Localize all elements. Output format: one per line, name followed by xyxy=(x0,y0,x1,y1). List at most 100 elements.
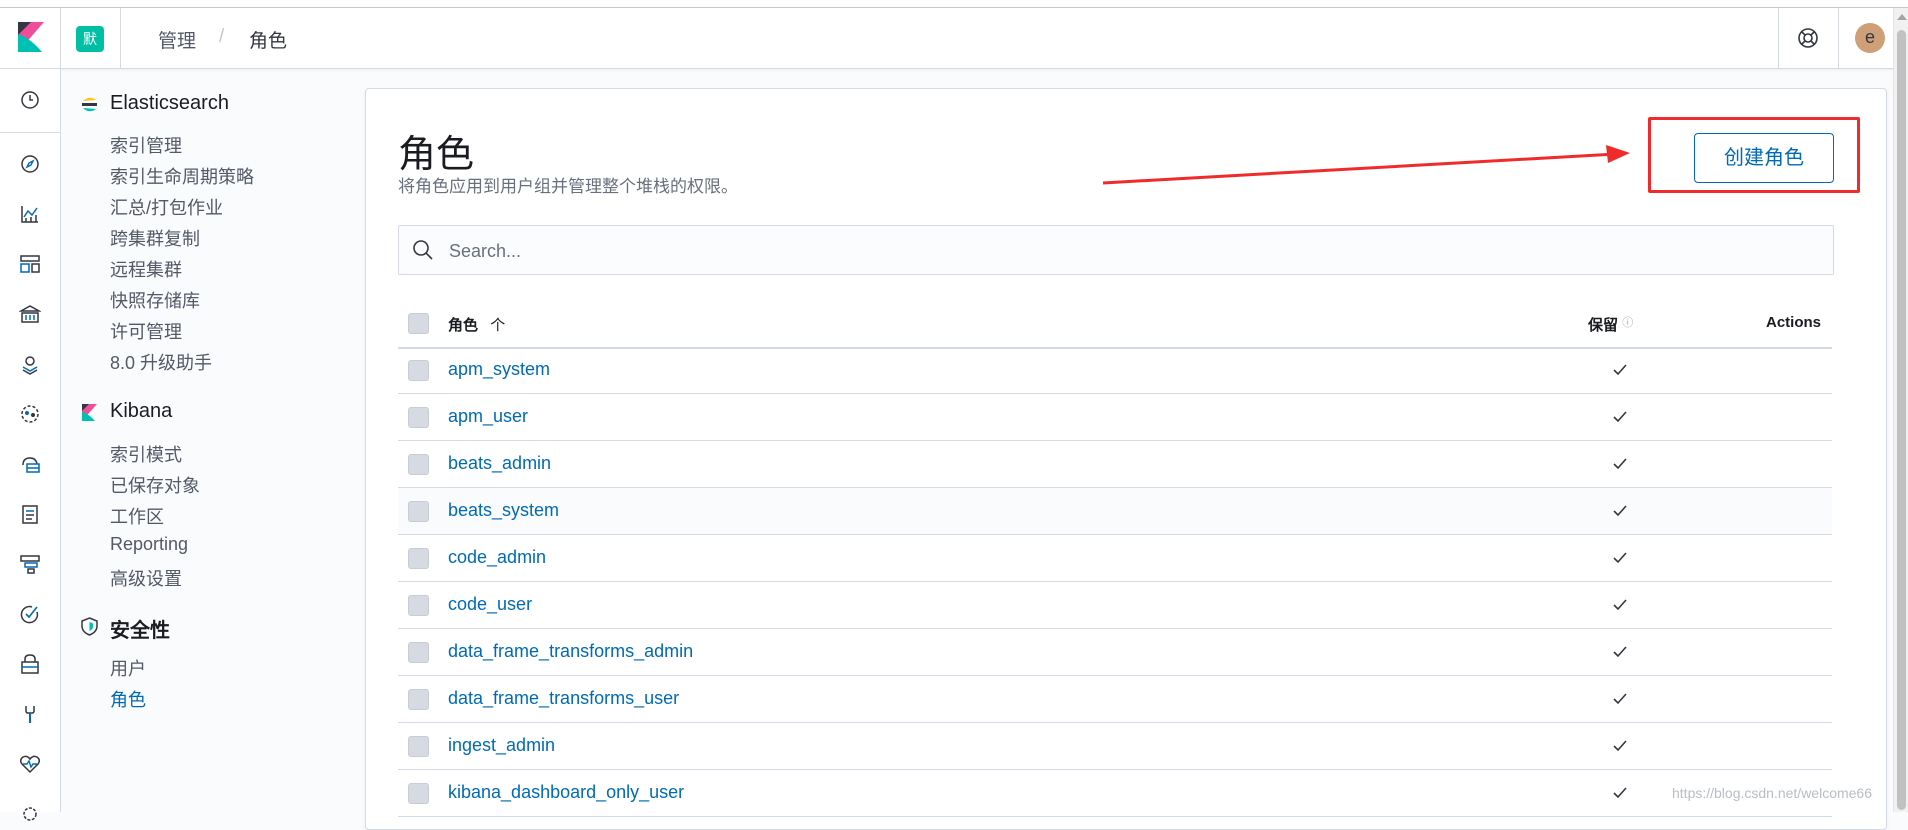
nav-item-snapshot-repos[interactable]: 快照存储库 xyxy=(110,287,200,313)
uptime-icon[interactable] xyxy=(19,603,41,625)
visualize-icon[interactable] xyxy=(19,203,41,225)
reserved-check-icon xyxy=(1613,364,1627,376)
row-checkbox[interactable] xyxy=(408,736,429,757)
row-checkbox[interactable] xyxy=(408,595,429,616)
nav-item-spaces[interactable]: 工作区 xyxy=(110,503,164,529)
management-gear-icon[interactable] xyxy=(19,803,41,825)
role-name-link[interactable]: code_user xyxy=(448,594,532,615)
table-row: beats_admin xyxy=(398,441,1832,488)
scroll-up-arrow-icon[interactable] xyxy=(1897,14,1907,20)
nav-item-upgrade-assistant[interactable]: 8.0 升级助手 xyxy=(110,349,212,375)
table-row: data_frame_transforms_admin xyxy=(398,629,1832,676)
nav-group-title: Elasticsearch xyxy=(110,92,229,114)
help-lifebuoy-icon[interactable] xyxy=(1797,27,1819,49)
reserved-check-icon xyxy=(1613,599,1627,611)
breadcrumb-separator: / xyxy=(219,26,225,47)
siem-lock-icon[interactable] xyxy=(19,653,41,675)
sort-ascending-icon[interactable]: 个 xyxy=(490,317,505,334)
rail-separator xyxy=(0,132,60,133)
user-avatar[interactable]: e xyxy=(1855,23,1885,53)
column-header-role-label: 角色 xyxy=(448,317,479,334)
scrollbar-thumb[interactable] xyxy=(1897,30,1906,810)
apm-icon[interactable] xyxy=(19,553,41,575)
role-name-link[interactable]: beats_system xyxy=(448,500,559,521)
logs-icon[interactable] xyxy=(19,503,41,525)
nav-item-ilm-policies[interactable]: 索引生命周期策略 xyxy=(110,163,254,189)
canvas-icon[interactable] xyxy=(19,303,41,325)
info-icon[interactable]: ⓘ xyxy=(1622,317,1633,329)
nav-item-users[interactable]: 用户 xyxy=(110,655,146,681)
column-header-reserved: 保留 ⓘ xyxy=(1588,314,1633,335)
column-header-actions: Actions xyxy=(1766,314,1822,331)
watermark-text: https://blog.csdn.net/welcome66 xyxy=(1672,785,1873,801)
table-row: code_admin xyxy=(398,535,1832,582)
dashboard-icon[interactable] xyxy=(19,253,41,275)
row-checkbox[interactable] xyxy=(408,360,429,381)
row-checkbox[interactable] xyxy=(408,454,429,475)
row-checkbox[interactable] xyxy=(408,501,429,522)
nav-item-roles[interactable]: 角色 xyxy=(110,686,146,712)
reserved-check-icon xyxy=(1613,787,1627,799)
maps-icon[interactable] xyxy=(19,353,41,375)
row-checkbox[interactable] xyxy=(408,407,429,428)
kibana-logo-icon[interactable] xyxy=(16,20,46,54)
role-name-link[interactable]: kibana_dashboard_only_user xyxy=(448,782,684,803)
nav-item-ccr[interactable]: 跨集群复制 xyxy=(110,225,200,251)
role-name-link[interactable]: beats_admin xyxy=(448,453,551,474)
reserved-check-icon xyxy=(1613,693,1627,705)
reserved-check-icon xyxy=(1613,552,1627,564)
select-all-checkbox[interactable] xyxy=(408,313,429,334)
nav-group-title: 安全性 xyxy=(110,620,170,642)
space-selector-badge[interactable]: 默 xyxy=(76,26,104,52)
nav-item-saved-objects[interactable]: 已保存对象 xyxy=(110,472,200,498)
nav-item-advanced-settings[interactable]: 高级设置 xyxy=(110,565,182,591)
search-bar[interactable] xyxy=(398,225,1834,276)
nav-item-index-management[interactable]: 索引管理 xyxy=(110,132,182,158)
role-name-link[interactable]: apm_system xyxy=(448,359,550,380)
table-row: apm_system xyxy=(398,347,1832,394)
table-row: code_user xyxy=(398,582,1832,629)
nav-item-index-patterns[interactable]: 索引模式 xyxy=(110,441,182,467)
row-checkbox[interactable] xyxy=(408,548,429,569)
table-row: kibana_dashboard_only_user xyxy=(398,770,1832,817)
reserved-check-icon xyxy=(1613,458,1627,470)
header-divider xyxy=(120,8,121,68)
create-role-button[interactable]: 创建角色 xyxy=(1694,133,1834,183)
nav-item-rollup-jobs[interactable]: 汇总/打包作业 xyxy=(110,194,223,220)
role-name-link[interactable]: ingest_admin xyxy=(448,735,555,756)
column-header-role[interactable]: 角色 个 xyxy=(448,314,505,335)
reserved-check-icon xyxy=(1613,411,1627,423)
ml-icon[interactable] xyxy=(19,403,41,425)
table-row: beats_system xyxy=(398,488,1832,535)
table-row: data_frame_transforms_user xyxy=(398,676,1832,723)
nav-item-license[interactable]: 许可管理 xyxy=(110,318,182,344)
monitoring-heart-icon[interactable] xyxy=(19,753,41,775)
role-name-link[interactable]: apm_user xyxy=(448,406,528,427)
nav-item-reporting[interactable]: Reporting xyxy=(110,534,188,555)
app-nav-rail xyxy=(0,69,61,821)
reserved-check-icon xyxy=(1613,646,1627,658)
clock-icon[interactable] xyxy=(19,89,41,111)
breadcrumb-management[interactable]: 管理 xyxy=(158,26,196,53)
header-divider xyxy=(60,8,61,68)
devtools-wrench-icon[interactable] xyxy=(19,703,41,725)
reserved-check-icon xyxy=(1613,740,1627,752)
security-shield-icon xyxy=(81,617,98,636)
row-checkbox[interactable] xyxy=(408,783,429,804)
role-name-link[interactable]: data_frame_transforms_admin xyxy=(448,641,693,662)
role-name-link[interactable]: data_frame_transforms_user xyxy=(448,688,679,709)
page-scrollbar[interactable] xyxy=(1893,8,1908,812)
column-header-reserved-label: 保留 xyxy=(1588,317,1619,334)
role-name-link[interactable]: code_admin xyxy=(448,547,546,568)
nav-item-remote-clusters[interactable]: 远程集群 xyxy=(110,256,182,282)
row-checkbox[interactable] xyxy=(408,642,429,663)
search-input[interactable] xyxy=(447,226,1821,276)
table-row: ingest_admin xyxy=(398,723,1832,770)
search-icon xyxy=(413,240,433,260)
infrastructure-icon[interactable] xyxy=(19,453,41,475)
row-checkbox[interactable] xyxy=(408,689,429,710)
reserved-check-icon xyxy=(1613,505,1627,517)
browser-top-line xyxy=(0,0,1908,8)
nav-group-title: Kibana xyxy=(110,400,173,422)
compass-icon[interactable] xyxy=(19,153,41,175)
